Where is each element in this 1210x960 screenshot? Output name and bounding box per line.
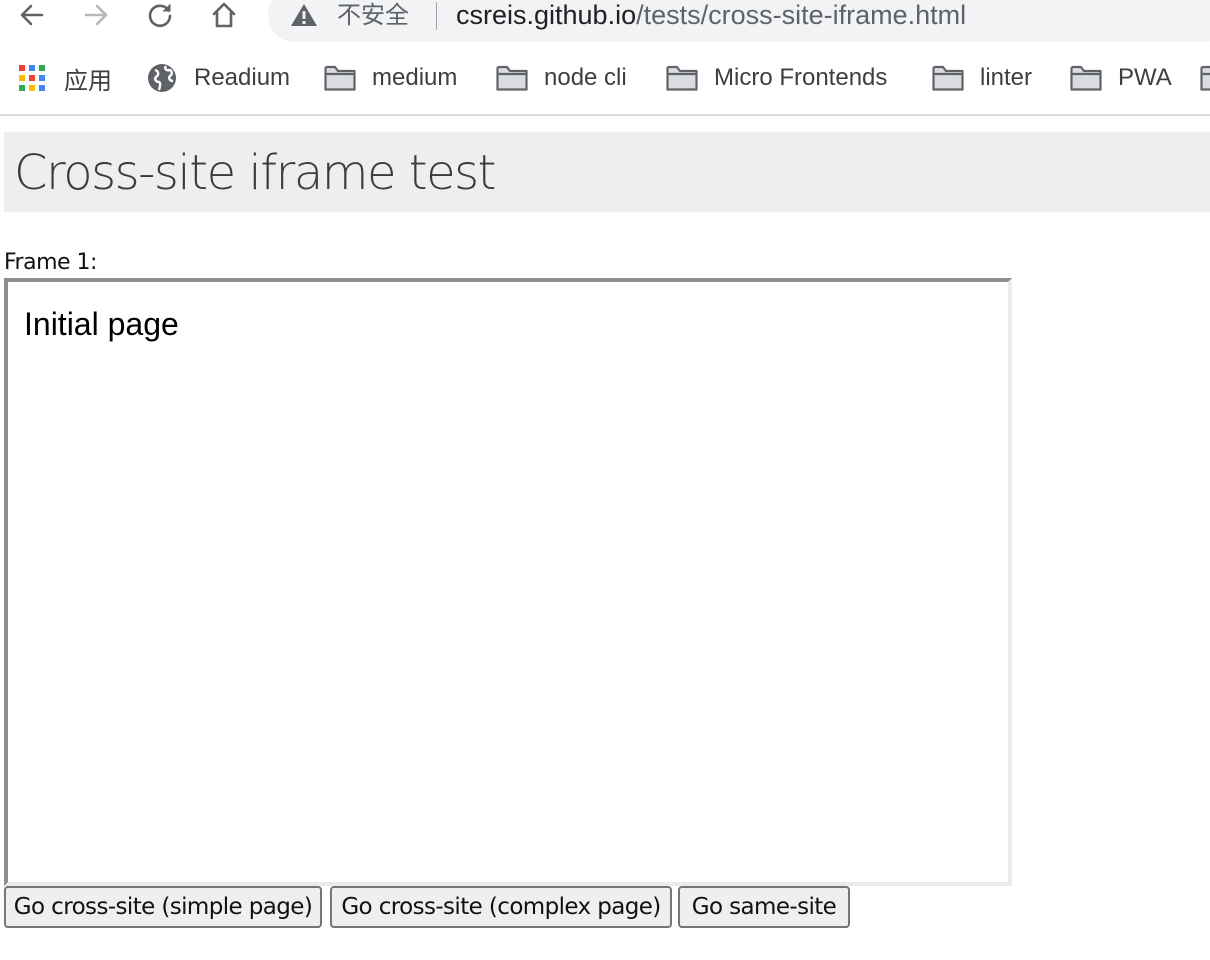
folder-icon (1200, 65, 1210, 91)
forward-button[interactable] (76, 0, 116, 30)
omnibox-divider (436, 2, 437, 30)
bookmark-overflow[interactable] (1200, 56, 1210, 100)
iframe-frame-1[interactable]: Initial page (4, 278, 1012, 886)
bookmark-linter[interactable]: linter (932, 56, 1032, 100)
bookmark-label: PWA (1118, 64, 1172, 91)
home-icon (210, 1, 238, 29)
bookmark-label: medium (372, 64, 458, 91)
url-host: csreis.github.io (456, 0, 637, 30)
go-cross-site-simple-button[interactable]: Go cross-site (simple page) (4, 886, 322, 928)
bookmark-label: Micro Frontends (714, 64, 888, 91)
frame-label: Frame 1: (4, 250, 97, 275)
bookmark-medium[interactable]: medium (324, 56, 457, 100)
bookmarks-bar: 应用 Readium medium node cli Micro Fronten… (0, 56, 1210, 100)
page-title: Cross-site iframe test (14, 145, 496, 201)
reload-button[interactable] (140, 0, 180, 30)
arrow-left-icon (19, 2, 45, 28)
folder-icon (932, 65, 964, 91)
url-path: /tests/cross-site-iframe.html (636, 0, 967, 30)
bookmark-label: linter (980, 64, 1033, 91)
bookmark-label: Readium (194, 64, 291, 91)
bookmark-micro-frontends[interactable]: Micro Frontends (666, 56, 887, 100)
globe-icon (146, 62, 178, 94)
bookmark-apps[interactable]: 应用 (18, 56, 112, 100)
security-status-label[interactable]: 不安全 (337, 0, 409, 30)
bookmark-label: node cli (544, 64, 627, 91)
go-cross-site-complex-button[interactable]: Go cross-site (complex page) (330, 886, 672, 928)
bookmark-label: 应用 (64, 66, 112, 95)
warning-triangle-icon[interactable] (290, 2, 318, 28)
iframe-content-text: Initial page (24, 306, 179, 342)
folder-icon (1070, 65, 1102, 91)
toolbar-divider (0, 114, 1210, 116)
back-button[interactable] (12, 0, 52, 30)
home-button[interactable] (204, 0, 244, 30)
bookmark-node-cli[interactable]: node cli (496, 56, 627, 100)
reload-icon (146, 1, 174, 29)
browser-toolbar: 不安全 csreis.github.io/tests/cross-site-if… (0, 0, 1210, 42)
bookmark-pwa[interactable]: PWA (1070, 56, 1172, 100)
bookmark-readium[interactable]: Readium (146, 56, 290, 100)
go-same-site-button[interactable]: Go same-site (678, 886, 850, 928)
folder-icon (666, 65, 698, 91)
folder-icon (324, 65, 356, 91)
apps-grid-icon (18, 64, 46, 92)
folder-icon (496, 65, 528, 91)
arrow-right-icon (83, 2, 109, 28)
url-text[interactable]: csreis.github.io/tests/cross-site-iframe… (456, 0, 966, 30)
